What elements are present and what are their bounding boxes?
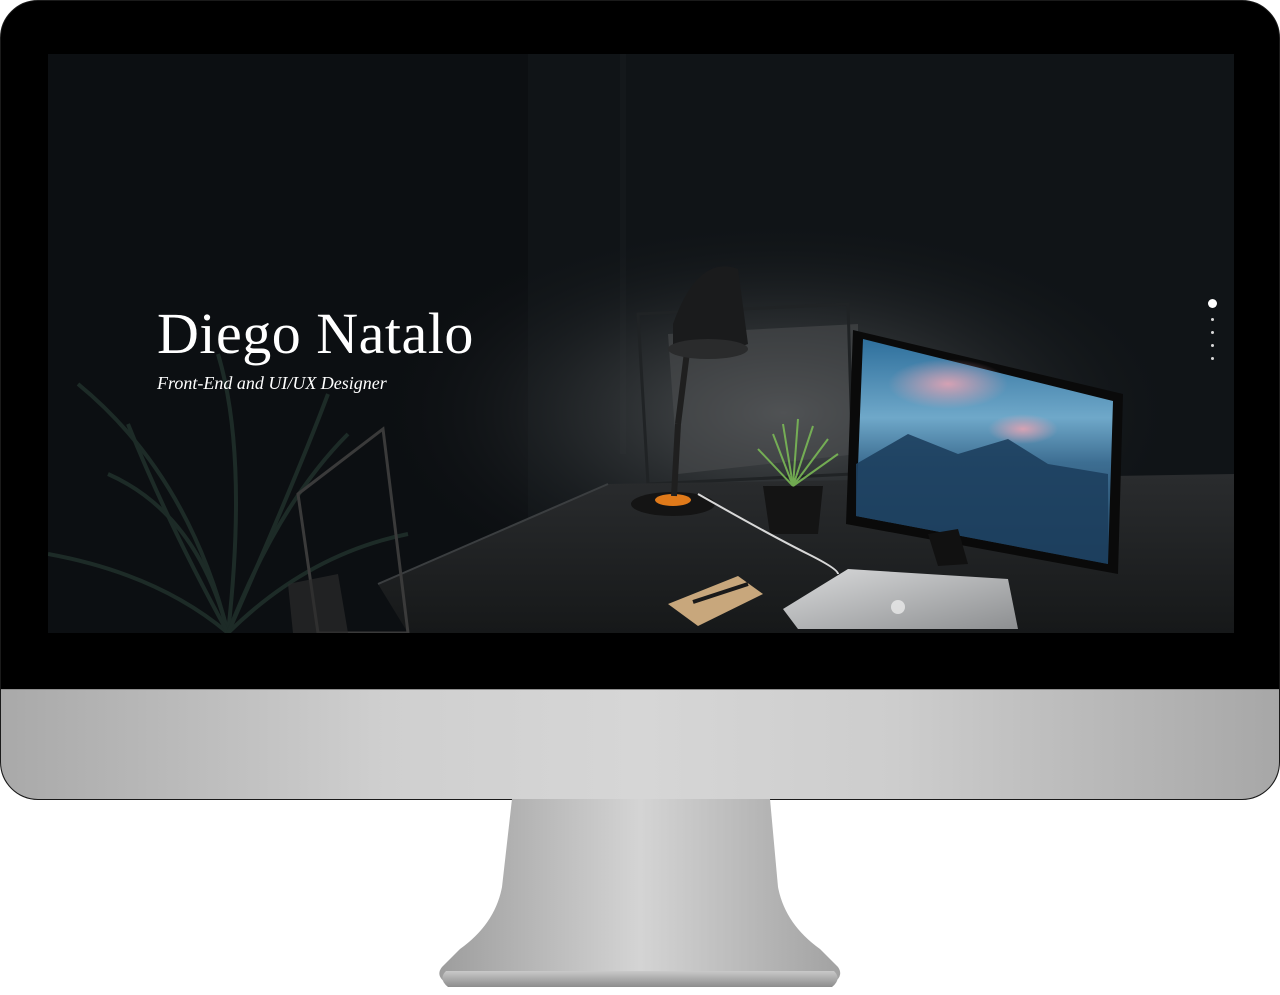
slide-dot-1[interactable] [1207,299,1217,308]
website-screen: Diego Natalo Front-End and UI/UX Designe… [48,54,1234,633]
hero-text-block: Diego Natalo Front-End and UI/UX Designe… [157,302,474,394]
slide-dot-3[interactable] [1210,331,1214,334]
slide-pagination [1205,299,1219,360]
hero-role: Front-End and UI/UX Designer [157,373,387,393]
slide-dot-5[interactable] [1210,357,1214,360]
slide-dot-4[interactable] [1210,344,1214,347]
monitor-stand [439,799,841,987]
hero-name: Diego Natalo [157,301,474,366]
slide-dot-2[interactable] [1210,318,1214,321]
imac-mockup: Diego Natalo Front-End and UI/UX Designe… [0,0,1280,995]
monitor-chin [1,689,1279,799]
